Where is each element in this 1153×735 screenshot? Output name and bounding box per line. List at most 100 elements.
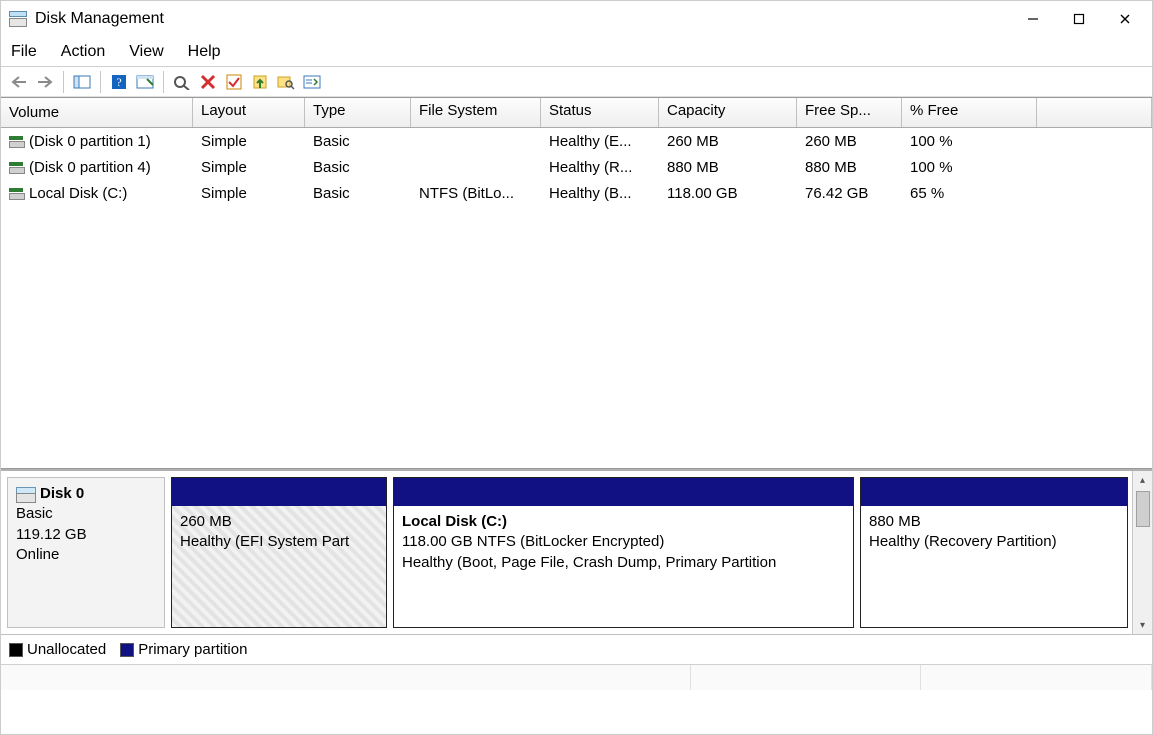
status-bar xyxy=(1,664,1152,690)
volume-icon xyxy=(9,188,23,198)
svg-text:?: ? xyxy=(116,75,121,89)
column-header-status[interactable]: Status xyxy=(541,98,659,127)
minimize-button[interactable] xyxy=(1010,4,1056,34)
volume-capacity: 118.00 GB xyxy=(659,183,797,204)
properties-icon xyxy=(136,74,154,90)
column-header-layout[interactable]: Layout xyxy=(193,98,305,127)
close-button[interactable] xyxy=(1102,4,1148,34)
volume-fs xyxy=(411,165,541,169)
volume-icon xyxy=(9,136,23,146)
legend-primary: Primary partition xyxy=(120,641,247,658)
column-header-pct[interactable]: % Free xyxy=(902,98,1037,127)
back-button[interactable] xyxy=(7,70,31,94)
column-header-fs[interactable]: File System xyxy=(411,98,541,127)
volume-list: Volume Layout Type File System Status Ca… xyxy=(1,97,1152,469)
maximize-icon xyxy=(1073,13,1085,25)
partition-title: Local Disk (C:) xyxy=(402,512,845,532)
diskview-scrollbar[interactable]: ▴ ▾ xyxy=(1132,471,1152,634)
partition-status: Healthy (Recovery Partition) xyxy=(869,532,1119,552)
maximize-button[interactable] xyxy=(1056,4,1102,34)
explore-icon xyxy=(277,74,295,90)
partition[interactable]: 260 MB Healthy (EFI System Part xyxy=(171,477,387,628)
window-title: Disk Management xyxy=(35,10,164,28)
partition[interactable]: Local Disk (C:) 118.00 GB NTFS (BitLocke… xyxy=(393,477,854,628)
apply-button[interactable] xyxy=(222,70,246,94)
volume-row[interactable]: (Disk 0 partition 4) Simple Basic Health… xyxy=(1,154,1152,180)
volume-free: 260 MB xyxy=(797,131,902,152)
app-icon xyxy=(9,11,27,27)
partition[interactable]: 880 MB Healthy (Recovery Partition) xyxy=(860,477,1128,628)
refresh-button[interactable] xyxy=(170,70,194,94)
options-icon xyxy=(303,75,321,89)
volume-fs xyxy=(411,139,541,143)
disk-management-window: Disk Management File Action View Help xyxy=(0,0,1153,735)
disk-icon xyxy=(16,487,34,501)
refresh-icon xyxy=(173,74,191,90)
legend-unallocated: Unallocated xyxy=(9,641,106,658)
close-icon xyxy=(1119,13,1131,25)
volume-type: Basic xyxy=(305,183,411,204)
check-icon xyxy=(226,74,242,90)
menu-help[interactable]: Help xyxy=(188,43,221,61)
volume-free: 76.42 GB xyxy=(797,183,902,204)
help-button[interactable]: ? xyxy=(107,70,131,94)
column-header-type[interactable]: Type xyxy=(305,98,411,127)
volume-row[interactable]: Local Disk (C:) Simple Basic NTFS (BitLo… xyxy=(1,180,1152,206)
volume-free: 880 MB xyxy=(797,157,902,178)
menu-view[interactable]: View xyxy=(129,43,163,61)
volume-pct: 100 % xyxy=(902,157,1037,178)
partition-status: Healthy (EFI System Part xyxy=(180,532,378,552)
delete-button[interactable] xyxy=(196,70,220,94)
volume-name: (Disk 0 partition 1) xyxy=(29,133,151,150)
volume-type: Basic xyxy=(305,157,411,178)
partition-color-bar xyxy=(861,478,1127,506)
status-segment xyxy=(1,665,691,690)
options-button[interactable] xyxy=(300,70,324,94)
partition-color-bar xyxy=(172,478,386,506)
disk-row[interactable]: Disk 0 Basic 119.12 GB Online 260 MB Hea… xyxy=(1,471,1132,634)
scroll-thumb[interactable] xyxy=(1136,491,1150,527)
disk-size: 119.12 GB xyxy=(16,525,156,545)
partition-color-bar xyxy=(394,478,853,506)
swatch-primary-icon xyxy=(120,643,134,657)
menu-bar: File Action View Help xyxy=(1,37,1152,67)
disk-info-panel[interactable]: Disk 0 Basic 119.12 GB Online xyxy=(7,477,165,628)
volume-status: Healthy (R... xyxy=(541,157,659,178)
menu-action[interactable]: Action xyxy=(61,43,105,61)
volume-capacity: 880 MB xyxy=(659,157,797,178)
column-header-capacity[interactable]: Capacity xyxy=(659,98,797,127)
volume-layout: Simple xyxy=(193,131,305,152)
volume-name: (Disk 0 partition 4) xyxy=(29,159,151,176)
volume-list-body[interactable]: (Disk 0 partition 1) Simple Basic Health… xyxy=(1,128,1152,468)
column-header-volume[interactable]: Volume xyxy=(1,98,193,127)
volume-icon xyxy=(9,162,23,172)
volume-pct: 65 % xyxy=(902,183,1037,204)
toolbar: ? xyxy=(1,67,1152,97)
disk-type: Basic xyxy=(16,504,156,524)
new-icon xyxy=(252,74,268,90)
partition-size: 118.00 GB NTFS (BitLocker Encrypted) xyxy=(402,532,845,552)
minimize-icon xyxy=(1027,13,1039,25)
forward-button[interactable] xyxy=(33,70,57,94)
scroll-up-icon[interactable]: ▴ xyxy=(1133,471,1152,489)
volume-row[interactable]: (Disk 0 partition 1) Simple Basic Health… xyxy=(1,128,1152,154)
back-arrow-icon xyxy=(10,75,28,89)
show-hide-tree-button[interactable] xyxy=(70,70,94,94)
volume-name: Local Disk (C:) xyxy=(29,185,127,202)
volume-layout: Simple xyxy=(193,157,305,178)
disk-state: Online xyxy=(16,545,156,565)
explore-button[interactable] xyxy=(274,70,298,94)
menu-file[interactable]: File xyxy=(11,43,37,61)
forward-arrow-icon xyxy=(36,75,54,89)
column-header-blank[interactable] xyxy=(1037,98,1152,127)
properties-button[interactable] xyxy=(133,70,157,94)
new-button[interactable] xyxy=(248,70,272,94)
partitions: 260 MB Healthy (EFI System Part Local Di… xyxy=(171,477,1128,628)
column-header-free[interactable]: Free Sp... xyxy=(797,98,902,127)
delete-icon xyxy=(200,74,216,90)
scroll-down-icon[interactable]: ▾ xyxy=(1133,616,1152,634)
title-bar: Disk Management xyxy=(1,1,1152,37)
volume-status: Healthy (E... xyxy=(541,131,659,152)
volume-type: Basic xyxy=(305,131,411,152)
toolbar-separator xyxy=(100,71,101,93)
